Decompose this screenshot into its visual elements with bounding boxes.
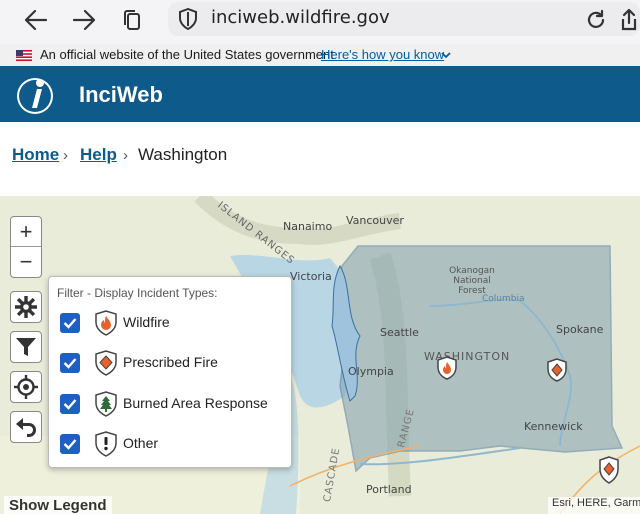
filter-button[interactable] bbox=[10, 331, 42, 363]
map-label-seattle: Seattle bbox=[380, 326, 419, 339]
prescribed-fire-checkbox[interactable] bbox=[60, 353, 80, 373]
prescribed-fire-icon bbox=[95, 350, 117, 376]
wildfire-icon bbox=[95, 310, 117, 336]
locate-button[interactable] bbox=[10, 371, 42, 403]
prescribed-fire-marker-icon[interactable] bbox=[598, 456, 620, 484]
other-incident-icon bbox=[95, 431, 117, 457]
breadcrumb-help-link[interactable]: Help bbox=[80, 145, 117, 165]
checkmark-icon bbox=[63, 358, 77, 369]
wildfire-checkbox[interactable] bbox=[60, 313, 80, 333]
funnel-icon bbox=[16, 338, 36, 356]
prescribed-fire-marker-icon[interactable] bbox=[546, 358, 568, 382]
chevron-down-icon[interactable] bbox=[441, 52, 451, 59]
back-button[interactable] bbox=[20, 6, 52, 34]
undo-arrow-icon bbox=[16, 418, 36, 437]
map-label-vancouver: Vancouver bbox=[346, 214, 404, 227]
filter-item-wildfire[interactable]: Wildfire bbox=[58, 310, 286, 339]
us-flag-icon bbox=[16, 50, 32, 61]
filter-item-other[interactable]: Other bbox=[58, 431, 286, 460]
breadcrumb-home-link[interactable]: Home bbox=[12, 145, 59, 165]
share-button[interactable] bbox=[618, 6, 640, 34]
url-text: inciweb.wildfire.gov bbox=[211, 7, 390, 28]
gov-banner-text: An official website of the United States… bbox=[40, 47, 334, 62]
show-legend-button[interactable]: Show Legend bbox=[4, 496, 112, 514]
forward-button[interactable] bbox=[68, 6, 100, 34]
gear-icon bbox=[15, 296, 37, 318]
inciweb-logo-icon[interactable] bbox=[15, 72, 55, 116]
wildfire-marker-icon[interactable] bbox=[436, 356, 458, 380]
filter-item-label: Burned Area Response bbox=[123, 395, 268, 411]
filter-item-label: Other bbox=[123, 435, 159, 451]
other-checkbox[interactable] bbox=[60, 434, 80, 454]
share-icon bbox=[621, 8, 637, 31]
breadcrumb-separator: › bbox=[63, 147, 68, 164]
map-label-portland: Portland bbox=[366, 483, 412, 496]
burned-area-icon bbox=[95, 391, 117, 417]
zoom-in-button[interactable]: + bbox=[11, 217, 41, 247]
reload-icon bbox=[587, 9, 605, 28]
reload-button[interactable] bbox=[580, 6, 612, 34]
filter-item-prescribed-fire[interactable]: Prescribed Fire bbox=[58, 350, 286, 379]
filter-item-label: Prescribed Fire bbox=[123, 354, 218, 370]
checkmark-icon bbox=[63, 318, 77, 329]
filter-item-burned-area-response[interactable]: Burned Area Response bbox=[58, 391, 286, 420]
breadcrumb-current: Washington bbox=[138, 145, 228, 164]
checkmark-icon bbox=[63, 399, 77, 410]
checkmark-icon bbox=[63, 439, 77, 450]
breadcrumb-separator: › bbox=[123, 147, 128, 164]
map-label-okanogan: Okanogan National Forest bbox=[449, 266, 495, 296]
filter-item-label: Wildfire bbox=[123, 314, 170, 330]
settings-button[interactable] bbox=[10, 291, 42, 323]
shield-icon bbox=[179, 8, 197, 30]
how-you-know-link[interactable]: Here's how you know bbox=[321, 47, 444, 62]
map-attribution: Esri, HERE, Garmin bbox=[548, 497, 640, 514]
crosshair-icon bbox=[14, 375, 38, 399]
map-label-kennewick: Kennewick bbox=[524, 420, 583, 433]
map-label-columbia: Columbia bbox=[482, 294, 525, 304]
map-label-victoria: Victoria bbox=[290, 270, 332, 283]
map-label-spokane: Spokane bbox=[556, 323, 604, 336]
arrow-left-icon bbox=[24, 9, 48, 31]
arrow-right-icon bbox=[72, 9, 96, 31]
map-label-olympia: Olympia bbox=[348, 365, 394, 378]
undo-button[interactable] bbox=[10, 411, 42, 443]
burned-area-checkbox[interactable] bbox=[60, 394, 80, 414]
tabs-icon bbox=[124, 10, 140, 30]
map-label-nanaimo: Nanaimo bbox=[283, 220, 333, 233]
zoom-out-button[interactable]: − bbox=[11, 247, 41, 277]
filter-title: Filter - Display Incident Types: bbox=[57, 286, 218, 300]
zoom-control: + − bbox=[10, 216, 42, 278]
tabs-button[interactable] bbox=[116, 6, 148, 34]
site-title[interactable]: InciWeb bbox=[79, 82, 163, 108]
